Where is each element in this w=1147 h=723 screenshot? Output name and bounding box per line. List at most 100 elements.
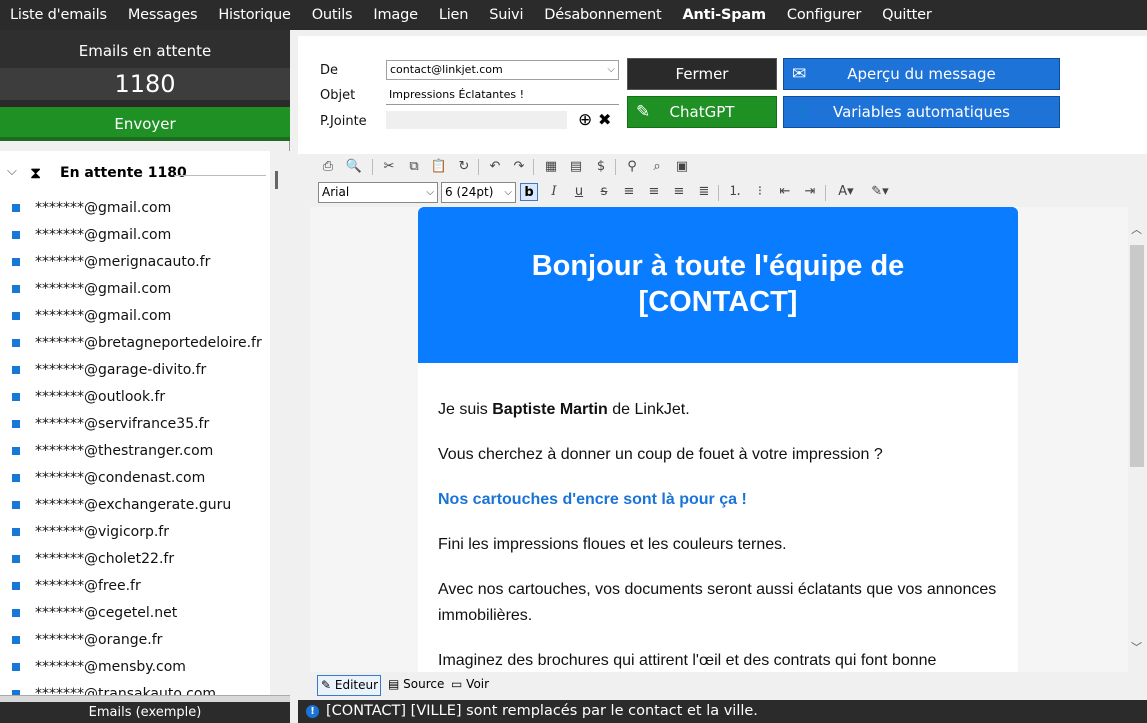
- chevron-down-icon[interactable]: ⌵: [607, 61, 615, 78]
- redo-icon[interactable]: ↷: [510, 158, 528, 176]
- list-item[interactable]: *******@garage-divito.fr: [0, 357, 270, 384]
- cut-icon[interactable]: ✂: [380, 158, 398, 176]
- form-icon[interactable]: ▤: [567, 158, 585, 176]
- paste-icon[interactable]: 📋: [430, 158, 448, 176]
- undo-icon[interactable]: ↶: [486, 158, 504, 176]
- font-select[interactable]: Arial ⌵: [318, 182, 438, 203]
- menu-unsubscribe[interactable]: Désabonnement: [544, 7, 661, 23]
- email-address: *******@exchangerate.guru: [35, 497, 232, 513]
- menu-tools[interactable]: Outils: [312, 7, 353, 23]
- scroll-thumb[interactable]: [275, 171, 278, 189]
- editor-scrollbar[interactable]: ︿ ﹀: [1128, 207, 1147, 672]
- text-color-icon[interactable]: A▾: [832, 183, 860, 201]
- bullet-icon: [12, 285, 20, 293]
- print-preview-icon[interactable]: 🔍: [345, 158, 363, 176]
- separator: [533, 159, 534, 175]
- intro-prefix: Je suis: [438, 401, 493, 418]
- list-item[interactable]: *******@free.fr: [0, 573, 270, 600]
- tab-editor-label: Editeur: [334, 678, 379, 692]
- group-header[interactable]: ⌵ ⧗ En attente 1180: [0, 161, 270, 187]
- status-bar: ! [CONTACT] [VILLE] sont remplacés par l…: [298, 700, 1147, 723]
- chevron-down-icon[interactable]: ⌵: [426, 183, 434, 202]
- tab-view[interactable]: ▭ Voir: [448, 675, 496, 696]
- subject-input[interactable]: Impressions Éclatantes !: [386, 86, 619, 105]
- list-item[interactable]: *******@vigicorp.fr: [0, 519, 270, 546]
- menu-history[interactable]: Historique: [218, 7, 291, 23]
- email-preview[interactable]: Bonjour à toute l'équipe de [CONTACT] Je…: [418, 207, 1018, 672]
- menu-messages[interactable]: Messages: [128, 7, 198, 23]
- envelope-icon: ✉: [792, 64, 807, 84]
- menu-tracking[interactable]: Suivi: [489, 7, 523, 23]
- list-item[interactable]: *******@cegetel.net: [0, 600, 270, 627]
- email-address: *******@mensby.com: [35, 659, 186, 675]
- add-attachment-icon[interactable]: ⊕: [578, 110, 592, 130]
- outdent-icon[interactable]: ⇤: [776, 183, 794, 201]
- fullscreen-icon[interactable]: ▣: [673, 158, 691, 176]
- highlight-color-icon[interactable]: ✎▾: [866, 183, 894, 201]
- indent-icon[interactable]: ⇥: [801, 183, 819, 201]
- scroll-thumb[interactable]: [1130, 245, 1144, 467]
- paste-special-icon[interactable]: ↻: [455, 158, 473, 176]
- list-item[interactable]: *******@outlook.fr: [0, 384, 270, 411]
- chevron-down-icon[interactable]: ⌵: [7, 164, 17, 179]
- list-item[interactable]: *******@bretagneportedeloire.fr: [0, 330, 270, 357]
- italic-icon[interactable]: I: [545, 183, 563, 201]
- binoculars-icon[interactable]: ⚲: [623, 158, 641, 176]
- list-item[interactable]: *******@gmail.com: [0, 195, 270, 222]
- list-item[interactable]: *******@exchangerate.guru: [0, 492, 270, 519]
- list-item[interactable]: *******@transakauto.com: [0, 681, 270, 695]
- splitter[interactable]: [0, 695, 290, 702]
- menu-email-lists[interactable]: Liste d'emails: [10, 7, 107, 23]
- variables-button[interactable]: 👤 Variables automatiques: [783, 96, 1060, 128]
- list-item[interactable]: *******@orange.fr: [0, 627, 270, 654]
- table-icon[interactable]: ▦: [542, 158, 560, 176]
- send-button[interactable]: Envoyer: [0, 107, 290, 141]
- align-right-icon[interactable]: ≡: [670, 183, 688, 201]
- strikethrough-icon[interactable]: s: [595, 183, 613, 201]
- attachment-field[interactable]: [386, 111, 567, 129]
- tab-editor[interactable]: ✎ Editeur: [317, 675, 381, 696]
- list-scrollbar[interactable]: [270, 151, 290, 695]
- menu-configure[interactable]: Configurer: [787, 7, 861, 23]
- print-icon[interactable]: ⎙: [319, 158, 337, 176]
- copy-icon[interactable]: ⧉: [405, 158, 423, 176]
- tab-source[interactable]: ▤ Source: [385, 675, 447, 696]
- menu-anti-spam[interactable]: Anti-Spam: [683, 7, 767, 23]
- list-item[interactable]: *******@gmail.com: [0, 303, 270, 330]
- menu-link[interactable]: Lien: [439, 7, 469, 23]
- remove-attachment-icon[interactable]: ✖: [598, 110, 611, 129]
- list-item[interactable]: *******@cholet22.fr: [0, 546, 270, 573]
- list-item[interactable]: *******@gmail.com: [0, 222, 270, 249]
- font-size-select[interactable]: 6 (24pt) ⌵: [441, 182, 516, 203]
- list-item[interactable]: *******@servifrance35.fr: [0, 411, 270, 438]
- chevron-up-icon[interactable]: ︿: [1131, 221, 1142, 237]
- variables-label: Variables automatiques: [833, 103, 1010, 121]
- editor-canvas[interactable]: Bonjour à toute l'équipe de [CONTACT] Je…: [310, 207, 1128, 672]
- email-address: *******@gmail.com: [35, 227, 172, 243]
- list-item[interactable]: *******@thestranger.com: [0, 438, 270, 465]
- list-item[interactable]: *******@gmail.com: [0, 276, 270, 303]
- from-select[interactable]: contact@linkjet.com ⌵: [386, 60, 619, 80]
- list-item[interactable]: *******@mensby.com: [0, 654, 270, 681]
- list-item[interactable]: *******@condenast.com: [0, 465, 270, 492]
- close-button[interactable]: Fermer: [627, 58, 777, 90]
- email-address: *******@condenast.com: [35, 470, 206, 486]
- chevron-down-icon[interactable]: ﹀: [1131, 639, 1142, 655]
- bold-icon[interactable]: b: [520, 183, 538, 201]
- chevron-down-icon[interactable]: ⌵: [504, 183, 512, 202]
- align-left-icon[interactable]: ≡: [620, 183, 638, 201]
- currency-icon[interactable]: $: [592, 158, 610, 176]
- find-replace-icon[interactable]: ⌕: [648, 158, 666, 176]
- chatgpt-button[interactable]: ✎ ChatGPT: [627, 96, 777, 128]
- tab-source-label: Source: [403, 677, 445, 691]
- preview-button[interactable]: ✉ Aperçu du message: [783, 58, 1060, 90]
- email-list[interactable]: ⌵ ⧗ En attente 1180 *******@gmail.com ***…: [0, 151, 270, 695]
- menu-quit[interactable]: Quitter: [882, 7, 932, 23]
- underline-icon[interactable]: u: [570, 183, 588, 201]
- align-justify-icon[interactable]: ≣: [695, 183, 713, 201]
- menu-image[interactable]: Image: [373, 7, 418, 23]
- bullet-list-icon[interactable]: ⁝: [751, 183, 769, 201]
- numbered-list-icon[interactable]: ⒈: [726, 183, 744, 201]
- list-item[interactable]: *******@merignacauto.fr: [0, 249, 270, 276]
- align-center-icon[interactable]: ≡: [645, 183, 663, 201]
